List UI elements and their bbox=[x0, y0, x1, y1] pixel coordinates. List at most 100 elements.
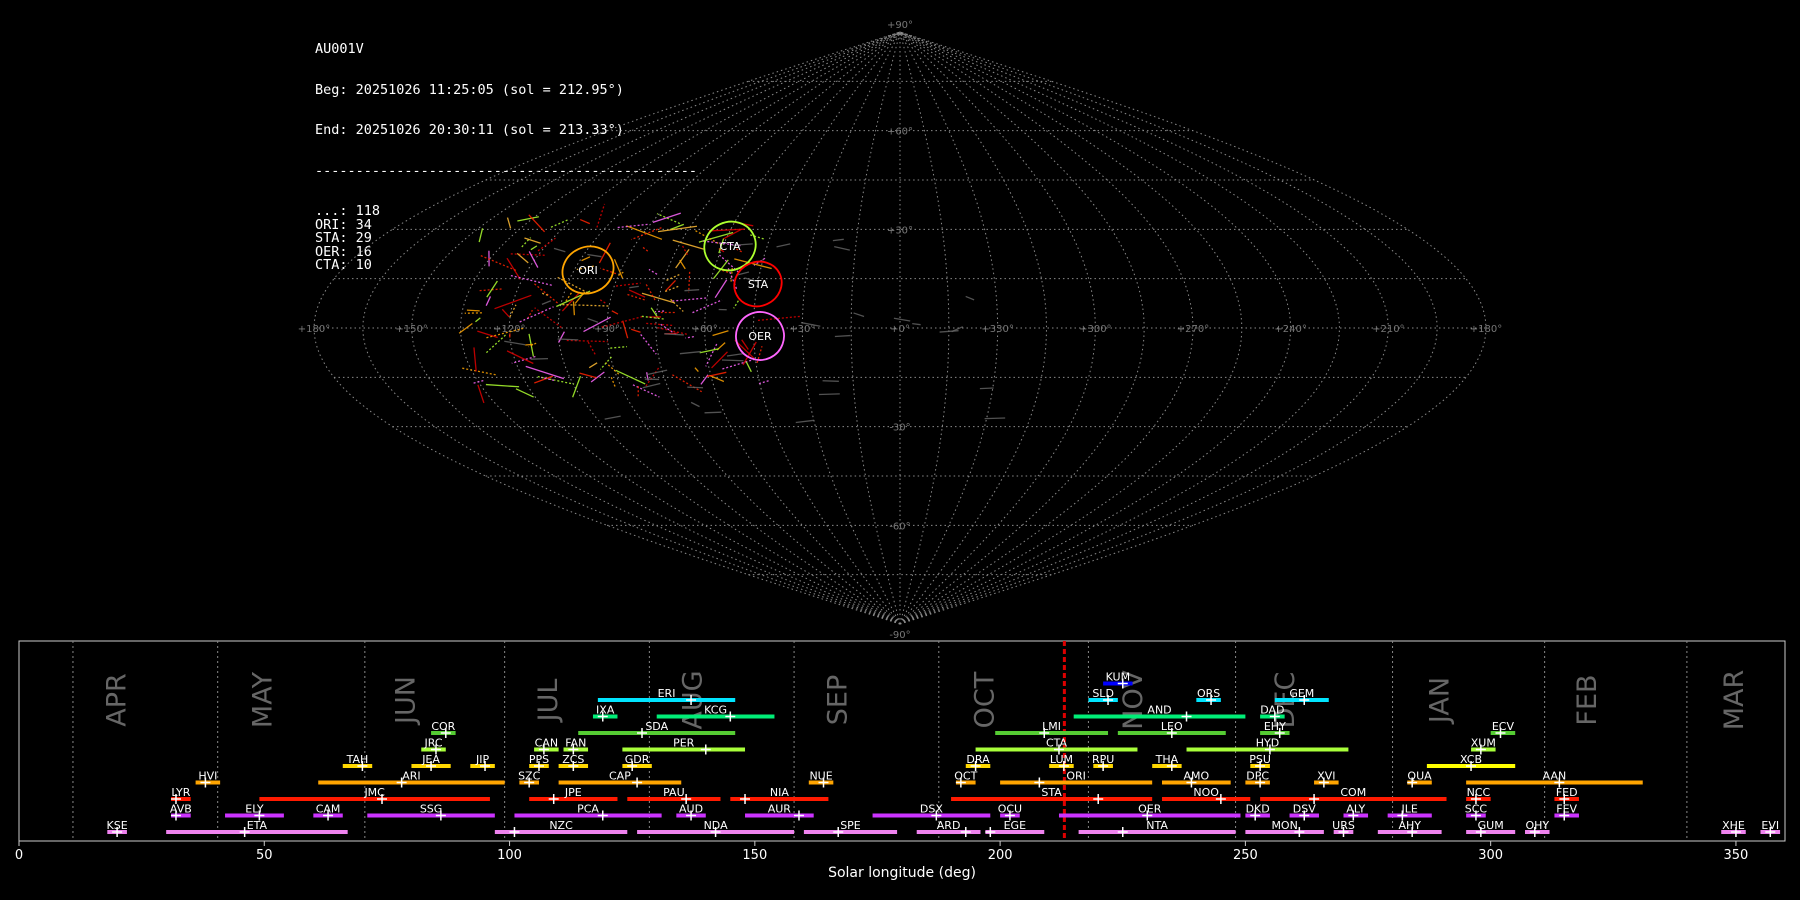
shower-label: XVI bbox=[1317, 770, 1335, 783]
sporadic-trail bbox=[690, 401, 700, 408]
shower-label: ZCS bbox=[562, 753, 584, 766]
month-label: APR bbox=[101, 673, 132, 727]
radiant-oer: OER bbox=[735, 311, 785, 361]
lon-label: +330° bbox=[981, 324, 1013, 335]
meteor-trail bbox=[562, 303, 610, 307]
meteor-trail bbox=[654, 310, 665, 313]
sporadic-trail bbox=[721, 359, 744, 362]
shower-label: ERI bbox=[658, 687, 676, 700]
x-tick-label: 150 bbox=[742, 848, 767, 863]
meteor-trail bbox=[645, 322, 673, 327]
lat-label: -30° bbox=[889, 423, 910, 434]
shower-label: URS bbox=[1332, 819, 1355, 832]
sporadic-trail bbox=[893, 317, 911, 322]
meteor-trail bbox=[588, 362, 598, 369]
shower-label: ELY bbox=[245, 803, 264, 816]
sporadic-trail bbox=[504, 340, 526, 346]
shower-label: JLE bbox=[1401, 803, 1418, 816]
shower-label: NTA bbox=[1146, 819, 1168, 832]
shower-label: KSE bbox=[107, 819, 128, 832]
meteor-trail bbox=[473, 347, 477, 372]
sporadic-trail bbox=[704, 411, 722, 414]
meridian-line bbox=[899, 31, 1389, 625]
meteor-trail bbox=[478, 228, 484, 243]
shower-label: SCC bbox=[1465, 803, 1488, 816]
meteor-trail bbox=[685, 336, 694, 339]
x-tick-label: 350 bbox=[1724, 848, 1749, 863]
shower-label: SSG bbox=[420, 803, 443, 816]
meteor-trail bbox=[473, 379, 486, 384]
meteor-trail bbox=[616, 223, 648, 229]
month-label: FEB bbox=[1572, 674, 1603, 725]
shower-label: XHE bbox=[1722, 819, 1745, 832]
shower-label: AMO bbox=[1183, 770, 1209, 783]
shower-label: DSX bbox=[920, 803, 943, 816]
shower-label: AHY bbox=[1398, 819, 1421, 832]
shower-label: AUD bbox=[679, 803, 703, 816]
sporadic-trail bbox=[629, 285, 639, 289]
shower-label: ORI bbox=[1066, 770, 1086, 783]
month-label: JAN bbox=[1425, 677, 1456, 725]
shower-label: NUE bbox=[809, 770, 832, 783]
shower-label: JPE bbox=[564, 786, 582, 799]
sporadic-trail bbox=[557, 338, 579, 341]
shower-timeline-chart: APR MAY JUN JUL AUG SEP OCT NOV DEC JAN FEB MARKUME… bbox=[15, 640, 1786, 881]
meteor-trail bbox=[510, 274, 554, 287]
shower-label: AAN bbox=[1543, 770, 1567, 783]
shower-label: LMI bbox=[1042, 720, 1061, 733]
meteor-trail bbox=[692, 299, 723, 314]
meteor-trail bbox=[626, 225, 663, 240]
shower-label: DAD bbox=[1260, 704, 1284, 717]
shower-label: ETA bbox=[247, 819, 268, 832]
shower-label: THA bbox=[1155, 753, 1179, 766]
month-label: SEP bbox=[822, 675, 853, 725]
shower-label: CTA bbox=[1046, 737, 1068, 750]
shower-label: SLD bbox=[1092, 687, 1114, 700]
radiant-cta: CTA bbox=[703, 220, 757, 272]
sporadic-trail bbox=[795, 419, 815, 424]
sporadic-trail bbox=[979, 387, 994, 390]
shower-label: OER bbox=[1138, 803, 1162, 816]
sporadic-trail bbox=[726, 352, 745, 357]
meteor-trail bbox=[758, 379, 771, 385]
shower-label: DPC bbox=[1246, 770, 1269, 783]
meteor-trail bbox=[587, 341, 597, 356]
lat-label: +90° bbox=[887, 20, 913, 31]
meteor-trail bbox=[705, 343, 718, 367]
plot-frame bbox=[18, 640, 1786, 842]
meteor-trail bbox=[528, 251, 539, 268]
shower-label: CAM bbox=[316, 803, 341, 816]
shower-label: PCA bbox=[577, 803, 599, 816]
shower-label: MON bbox=[1271, 819, 1297, 832]
shower-label: RPU bbox=[1092, 753, 1114, 766]
shower-label: HYD bbox=[1256, 737, 1279, 750]
meteor-trail bbox=[699, 348, 720, 354]
sporadic-trail bbox=[965, 295, 975, 301]
meteor-trail bbox=[566, 339, 608, 343]
meteor-trail bbox=[694, 367, 699, 372]
meteor-trail bbox=[527, 309, 533, 319]
shower-label: JMC bbox=[363, 786, 385, 799]
shower-label: OCT bbox=[954, 770, 977, 783]
lat-label: +60° bbox=[887, 127, 913, 138]
shower-label: LEO bbox=[1161, 720, 1183, 733]
meteor-trail bbox=[706, 371, 727, 378]
sporadic-trail bbox=[587, 253, 602, 258]
shower-label: EVI bbox=[1761, 819, 1779, 832]
meteor-trail bbox=[510, 253, 547, 256]
meteor-trail bbox=[477, 384, 485, 404]
shower-label: FED bbox=[1556, 786, 1578, 799]
shower-label: IXA bbox=[596, 704, 615, 717]
meteor-trail bbox=[506, 217, 512, 229]
meteor-trails bbox=[458, 203, 1006, 424]
lon-label: +180° bbox=[1470, 324, 1502, 335]
sporadic-trail bbox=[604, 415, 621, 420]
lon-label: +120° bbox=[493, 324, 525, 335]
shower-label: FAN bbox=[565, 737, 586, 750]
meteor-trail bbox=[525, 365, 565, 380]
meteor-trail bbox=[485, 383, 520, 388]
x-tick-label: 200 bbox=[988, 848, 1013, 863]
sporadic-trail bbox=[834, 334, 851, 338]
shower-label: SZC bbox=[518, 770, 541, 783]
meteor-trail bbox=[598, 242, 611, 264]
